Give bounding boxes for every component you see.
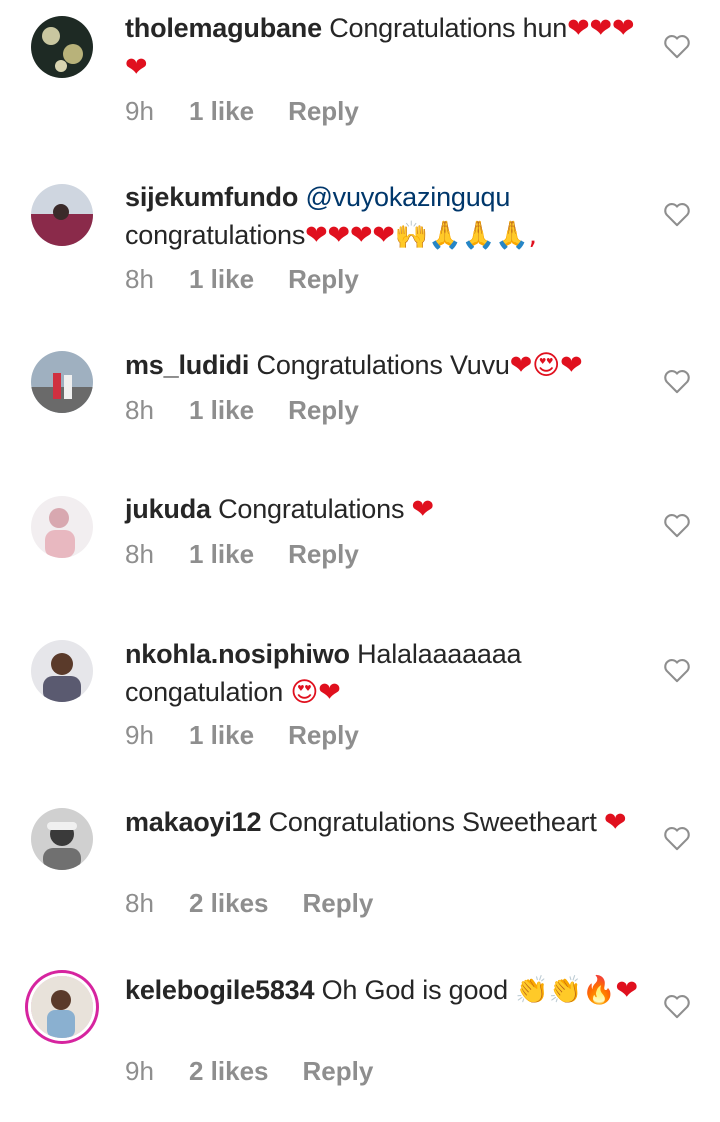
reply-button[interactable]: Reply — [303, 1056, 374, 1087]
comment-likes[interactable]: 2 likes — [189, 888, 269, 919]
comment-username[interactable]: ms_ludidi — [125, 350, 249, 380]
comment-body: ms_ludidi Congratulations Vuvu❤😍❤ — [125, 346, 645, 385]
reply-button[interactable]: Reply — [288, 96, 359, 127]
comment-text: Congratulations Vuvu — [256, 350, 510, 380]
comment-meta: 8h 2 likes Reply — [125, 888, 373, 919]
comment-emoji: ❤❤❤❤🙌🙏🙏🙏, — [305, 220, 537, 251]
comment-body: kelebogile5834 Oh God is good 👏👏🔥❤ — [125, 971, 645, 1010]
like-heart-icon[interactable] — [663, 33, 691, 59]
comment-meta: 8h 1 like Reply — [125, 264, 359, 295]
comment-body: makaoyi12 Congratulations Sweetheart ❤ — [125, 803, 645, 842]
comment-text: Congratulations — [218, 494, 412, 524]
comment-meta: 8h 1 like Reply — [125, 395, 359, 426]
comment-meta: 8h 1 like Reply — [125, 539, 359, 570]
like-heart-icon[interactable] — [663, 512, 691, 538]
comment-username[interactable]: makaoyi12 — [125, 807, 262, 837]
comment-likes[interactable]: 2 likes — [189, 1056, 269, 1087]
reply-button[interactable]: Reply — [303, 888, 374, 919]
avatar[interactable] — [31, 351, 93, 413]
comment-emoji: 😍❤ — [290, 677, 341, 708]
reply-button[interactable]: Reply — [288, 720, 359, 751]
comment-text: Congratulations Sweetheart — [268, 807, 604, 837]
comment-likes[interactable]: 1 like — [189, 720, 254, 751]
comment-username[interactable]: kelebogile5834 — [125, 975, 315, 1005]
like-heart-icon[interactable] — [663, 993, 691, 1019]
comment-emoji: 👏👏🔥❤ — [515, 975, 638, 1006]
comment-text: Oh God is good — [321, 975, 516, 1005]
like-heart-icon[interactable] — [663, 368, 691, 394]
comment-time: 9h — [125, 720, 154, 750]
like-heart-icon[interactable] — [663, 825, 691, 851]
comment-time: 8h — [125, 888, 154, 918]
comment-text: Congratulations hun — [329, 13, 568, 43]
comment-body: tholemagubane Congratulations hun❤❤❤❤ — [125, 9, 645, 87]
comment-emoji: ❤ — [603, 807, 627, 838]
avatar[interactable] — [31, 808, 93, 870]
comment-likes[interactable]: 1 like — [189, 96, 254, 127]
comment-text: congratulations — [125, 220, 306, 250]
comment-body: sijekumfundo @vuyokazinguqu congratulati… — [125, 178, 645, 255]
comment-emoji: ❤ — [411, 494, 435, 525]
comment-mention[interactable]: @vuyokazinguqu — [305, 182, 510, 212]
comment-time: 9h — [125, 96, 154, 126]
avatar[interactable] — [31, 496, 93, 558]
comment-meta: 9h 1 like Reply — [125, 720, 359, 751]
comment-time: 8h — [125, 395, 154, 425]
avatar[interactable] — [31, 640, 93, 702]
reply-button[interactable]: Reply — [288, 264, 359, 295]
comment-time: 8h — [125, 539, 154, 569]
comment-emoji: ❤😍❤ — [509, 350, 583, 381]
comment-username[interactable]: sijekumfundo — [125, 182, 298, 212]
avatar-story-ring[interactable] — [31, 976, 93, 1038]
comment-meta: 9h 2 likes Reply — [125, 1056, 373, 1087]
comment-time: 8h — [125, 264, 154, 294]
avatar[interactable] — [31, 16, 93, 78]
comment-likes[interactable]: 1 like — [189, 264, 254, 295]
reply-button[interactable]: Reply — [288, 395, 359, 426]
comment-username[interactable]: jukuda — [125, 494, 211, 524]
comment-likes[interactable]: 1 like — [189, 539, 254, 570]
like-heart-icon[interactable] — [663, 201, 691, 227]
comment-likes[interactable]: 1 like — [189, 395, 254, 426]
comment-username[interactable]: nkohla.nosiphiwo — [125, 639, 350, 669]
comment-meta: 9h 1 like Reply — [125, 96, 359, 127]
avatar[interactable] — [31, 184, 93, 246]
comment-body: jukuda Congratulations ❤ — [125, 490, 645, 529]
comment-username[interactable]: tholemagubane — [125, 13, 322, 43]
comment-body: nkohla.nosiphiwo Halalaaaaaaa congatulat… — [125, 635, 645, 712]
comment-time: 9h — [125, 1056, 154, 1086]
like-heart-icon[interactable] — [663, 657, 691, 683]
reply-button[interactable]: Reply — [288, 539, 359, 570]
